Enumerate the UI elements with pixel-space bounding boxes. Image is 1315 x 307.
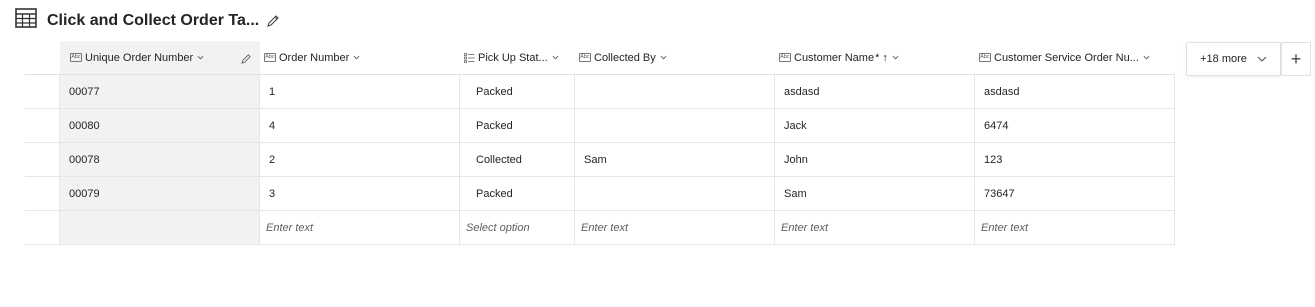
column-header-label: Order Number: [279, 51, 350, 64]
new-row-input[interactable]: Enter text: [775, 211, 975, 245]
header-row: Abc Unique Order Number Abc Order Number Pic…: [25, 41, 1185, 75]
row-select-cell[interactable]: [25, 143, 60, 177]
column-header-label: Customer Name: [794, 51, 875, 64]
text-field-icon: Abc: [979, 53, 991, 62]
row-select-cell[interactable]: [25, 109, 60, 143]
table-cell[interactable]: Packed: [460, 177, 575, 211]
new-row-input[interactable]: [60, 211, 260, 245]
text-field-icon: Abc: [70, 53, 82, 62]
row-select-cell[interactable]: [25, 211, 60, 245]
chevron-down-icon: [1257, 56, 1267, 62]
new-row[interactable]: Enter text Select option Enter text Enter t…: [25, 211, 1185, 245]
table-cell[interactable]: asdasd: [975, 75, 1175, 109]
new-row-input[interactable]: Enter text: [975, 211, 1175, 245]
text-field-icon: Abc: [579, 53, 591, 62]
table-cell[interactable]: asdasd: [775, 75, 975, 109]
table-cell[interactable]: 00079: [60, 177, 260, 211]
title-bar: Click and Collect Order Ta...: [0, 0, 1315, 42]
edit-column-icon[interactable]: [241, 53, 252, 64]
sort-indicator: * ↑: [875, 51, 888, 64]
text-field-icon: Abc: [264, 53, 276, 62]
table-cell[interactable]: 6474: [975, 109, 1175, 143]
column-header-label: Collected By: [594, 51, 656, 64]
table-cell[interactable]: 4: [260, 109, 460, 143]
chevron-down-icon: [892, 55, 899, 60]
new-row-input[interactable]: Enter text: [260, 211, 460, 245]
table-icon: [15, 8, 37, 28]
table-cell[interactable]: Packed: [460, 109, 575, 143]
column-header[interactable]: Abc Unique Order Number: [60, 41, 260, 75]
table-row[interactable]: 00079 3 Packed Sam 73647: [25, 177, 1185, 211]
choice-field-icon: [464, 52, 475, 63]
column-header[interactable]: Pick Up Stat...: [460, 41, 575, 75]
table-cell[interactable]: 00080: [60, 109, 260, 143]
table-cell[interactable]: Sam: [575, 143, 775, 177]
row-select-header: [25, 41, 60, 75]
chevron-down-icon: [660, 55, 667, 60]
table-cell[interactable]: 00077: [60, 75, 260, 109]
column-header-label: Unique Order Number: [85, 51, 194, 64]
table-cell[interactable]: Collected: [460, 143, 575, 177]
table-cell[interactable]: John: [775, 143, 975, 177]
column-header[interactable]: Abc Collected By: [575, 41, 775, 75]
table-cell[interactable]: 123: [975, 143, 1175, 177]
row-select-cell[interactable]: [25, 177, 60, 211]
new-row-input[interactable]: Select option: [460, 211, 575, 245]
column-header[interactable]: Abc Order Number: [260, 41, 460, 75]
column-header[interactable]: Abc Customer Name * ↑: [775, 41, 975, 75]
text-field-icon: Abc: [779, 53, 791, 62]
table-cell[interactable]: 2: [260, 143, 460, 177]
table-row[interactable]: 00078 2 Collected Sam John 123: [25, 143, 1185, 177]
table-row[interactable]: 00077 1 Packed asdasd asdasd: [25, 75, 1185, 109]
chevron-down-icon: [197, 55, 204, 60]
table-row[interactable]: 00080 4 Packed Jack 6474: [25, 109, 1185, 143]
table-cell[interactable]: [575, 75, 775, 109]
more-columns-label: +18 more: [1200, 53, 1247, 65]
chevron-down-icon: [552, 55, 559, 60]
table-cell[interactable]: [575, 177, 775, 211]
table-cell[interactable]: Sam: [775, 177, 975, 211]
chevron-down-icon: [1143, 55, 1150, 60]
pencil-icon[interactable]: [266, 14, 280, 28]
table-cell[interactable]: 3: [260, 177, 460, 211]
table-cell[interactable]: Packed: [460, 75, 575, 109]
column-header-label: Pick Up Stat...: [478, 51, 548, 64]
table-cell[interactable]: 00078: [60, 143, 260, 177]
add-column-button[interactable]: +: [1281, 42, 1311, 76]
table-cell[interactable]: 73647: [975, 177, 1175, 211]
chevron-down-icon: [353, 55, 360, 60]
add-icon: +: [1290, 48, 1302, 69]
column-header[interactable]: Abc Customer Service Order Nu...: [975, 41, 1175, 75]
more-columns-button[interactable]: +18 more: [1186, 42, 1281, 76]
row-select-cell[interactable]: [25, 75, 60, 109]
column-header-label: Customer Service Order Nu...: [994, 51, 1139, 64]
table-cell[interactable]: [575, 109, 775, 143]
table-cell[interactable]: Jack: [775, 109, 975, 143]
table-cell[interactable]: 1: [260, 75, 460, 109]
new-row-input[interactable]: Enter text: [575, 211, 775, 245]
table-title: Click and Collect Order Ta...: [47, 12, 260, 29]
